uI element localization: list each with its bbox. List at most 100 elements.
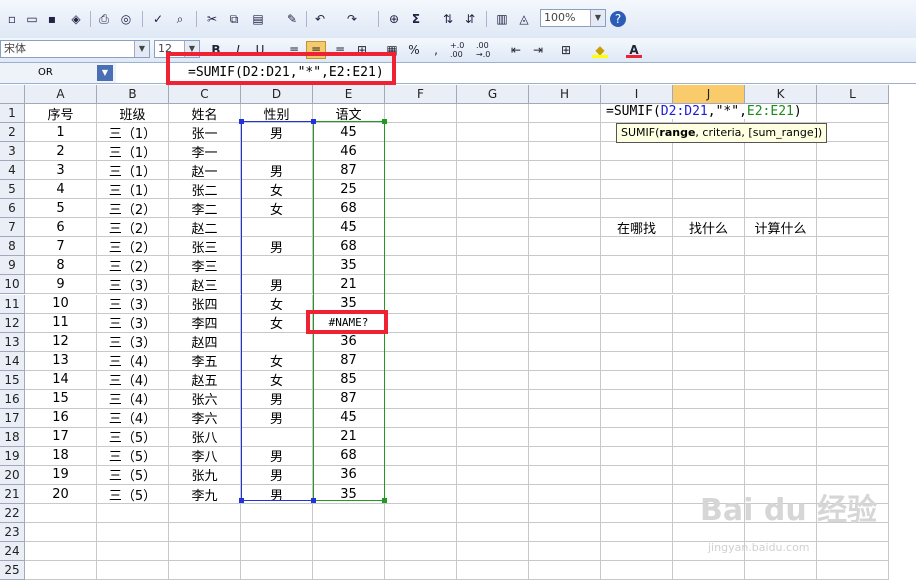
empty-cell[interactable] (817, 142, 889, 162)
empty-cell[interactable] (529, 313, 601, 333)
empty-cell[interactable] (601, 485, 673, 505)
empty-cell[interactable] (601, 199, 673, 219)
cell-j7[interactable]: 找什么 (673, 218, 745, 238)
empty-cell[interactable] (673, 199, 745, 219)
new-icon[interactable]: ▫ (4, 11, 20, 27)
cell-e19[interactable]: 68 (313, 446, 385, 466)
cell-c20[interactable]: 张九 (169, 465, 241, 485)
cell-e8[interactable]: 68 (313, 237, 385, 257)
empty-cell[interactable] (25, 504, 97, 524)
empty-cell[interactable] (601, 161, 673, 181)
empty-cell[interactable] (745, 389, 817, 409)
row-header[interactable]: 22 (0, 504, 25, 524)
permission-icon[interactable]: ◈ (68, 11, 84, 27)
empty-cell[interactable] (817, 332, 889, 352)
cell-b19[interactable]: 三（5） (97, 446, 169, 466)
empty-cell[interactable] (745, 180, 817, 200)
empty-cell[interactable] (385, 275, 457, 295)
cell-a19[interactable]: 18 (25, 446, 97, 466)
cell-a1[interactable]: 序号 (25, 104, 97, 124)
cell-d6[interactable]: 女 (241, 199, 313, 219)
empty-cell[interactable] (673, 408, 745, 428)
cell-d11[interactable]: 女 (241, 294, 313, 314)
empty-cell[interactable] (673, 142, 745, 162)
empty-cell[interactable] (529, 256, 601, 276)
empty-cell[interactable] (817, 351, 889, 371)
empty-cell[interactable] (817, 389, 889, 409)
chevron-down-icon[interactable]: ▼ (134, 41, 149, 57)
empty-cell[interactable] (457, 104, 529, 124)
empty-cell[interactable] (457, 161, 529, 181)
empty-cell[interactable] (817, 275, 889, 295)
zoom-select[interactable]: 100% ▼ (540, 9, 606, 27)
cell-d7[interactable] (241, 218, 313, 238)
empty-cell[interactable] (457, 485, 529, 505)
empty-cell[interactable] (529, 408, 601, 428)
row-header[interactable]: 11 (0, 294, 25, 314)
cell-e15[interactable]: 85 (313, 370, 385, 390)
empty-cell[interactable] (457, 427, 529, 447)
cell-d2[interactable]: 男 (241, 123, 313, 143)
cell-c8[interactable]: 张三 (169, 237, 241, 257)
empty-cell[interactable] (457, 275, 529, 295)
empty-cell[interactable] (745, 446, 817, 466)
row-header[interactable]: 9 (0, 256, 25, 276)
cell-b13[interactable]: 三（3） (97, 332, 169, 352)
empty-cell[interactable] (673, 275, 745, 295)
cell-b8[interactable]: 三（2） (97, 237, 169, 257)
empty-cell[interactable] (457, 237, 529, 257)
empty-cell[interactable] (385, 104, 457, 124)
cell-a5[interactable]: 4 (25, 180, 97, 200)
empty-cell[interactable] (601, 294, 673, 314)
empty-cell[interactable] (745, 370, 817, 390)
range-handle[interactable] (239, 498, 244, 503)
print-preview-icon[interactable]: ◎ (118, 11, 134, 27)
empty-cell[interactable] (457, 561, 529, 581)
column-header-g[interactable]: G (457, 85, 529, 104)
cell-a9[interactable]: 8 (25, 256, 97, 276)
empty-cell[interactable] (673, 332, 745, 352)
row-header[interactable]: 20 (0, 465, 25, 485)
cell-c5[interactable]: 张二 (169, 180, 241, 200)
column-header-k[interactable]: K (745, 85, 817, 104)
empty-cell[interactable] (529, 237, 601, 257)
cell-d16[interactable]: 男 (241, 389, 313, 409)
empty-cell[interactable] (601, 523, 673, 543)
empty-cell[interactable] (97, 523, 169, 543)
column-header-c[interactable]: C (169, 85, 241, 104)
empty-cell[interactable] (745, 237, 817, 257)
cell-b21[interactable]: 三（5） (97, 485, 169, 505)
empty-cell[interactable] (385, 180, 457, 200)
empty-cell[interactable] (601, 408, 673, 428)
empty-cell[interactable] (529, 294, 601, 314)
empty-cell[interactable] (601, 237, 673, 257)
empty-cell[interactable] (673, 370, 745, 390)
row-header[interactable]: 14 (0, 351, 25, 371)
empty-cell[interactable] (817, 446, 889, 466)
cell-d14[interactable]: 女 (241, 351, 313, 371)
cell-e5[interactable]: 25 (313, 180, 385, 200)
empty-cell[interactable] (817, 237, 889, 257)
empty-cell[interactable] (529, 180, 601, 200)
empty-cell[interactable] (385, 427, 457, 447)
row-header[interactable]: 5 (0, 180, 25, 200)
empty-cell[interactable] (457, 408, 529, 428)
percent-button[interactable]: % (404, 41, 424, 59)
empty-cell[interactable] (385, 504, 457, 524)
cell-b17[interactable]: 三（4） (97, 408, 169, 428)
empty-cell[interactable] (457, 199, 529, 219)
empty-cell[interactable] (385, 446, 457, 466)
cell-k7[interactable]: 计算什么 (745, 218, 817, 238)
cut-icon[interactable]: ✂ (204, 11, 220, 27)
empty-cell[interactable] (601, 542, 673, 562)
cell-e6[interactable]: 68 (313, 199, 385, 219)
cell-b2[interactable]: 三（1） (97, 123, 169, 143)
empty-cell[interactable] (673, 351, 745, 371)
cell-d5[interactable]: 女 (241, 180, 313, 200)
column-header-a[interactable]: A (25, 85, 97, 104)
empty-cell[interactable] (745, 408, 817, 428)
cell-e7[interactable]: 45 (313, 218, 385, 238)
empty-cell[interactable] (385, 256, 457, 276)
empty-cell[interactable] (529, 351, 601, 371)
increase-decimal-button[interactable]: +.0 .00 (450, 41, 474, 59)
